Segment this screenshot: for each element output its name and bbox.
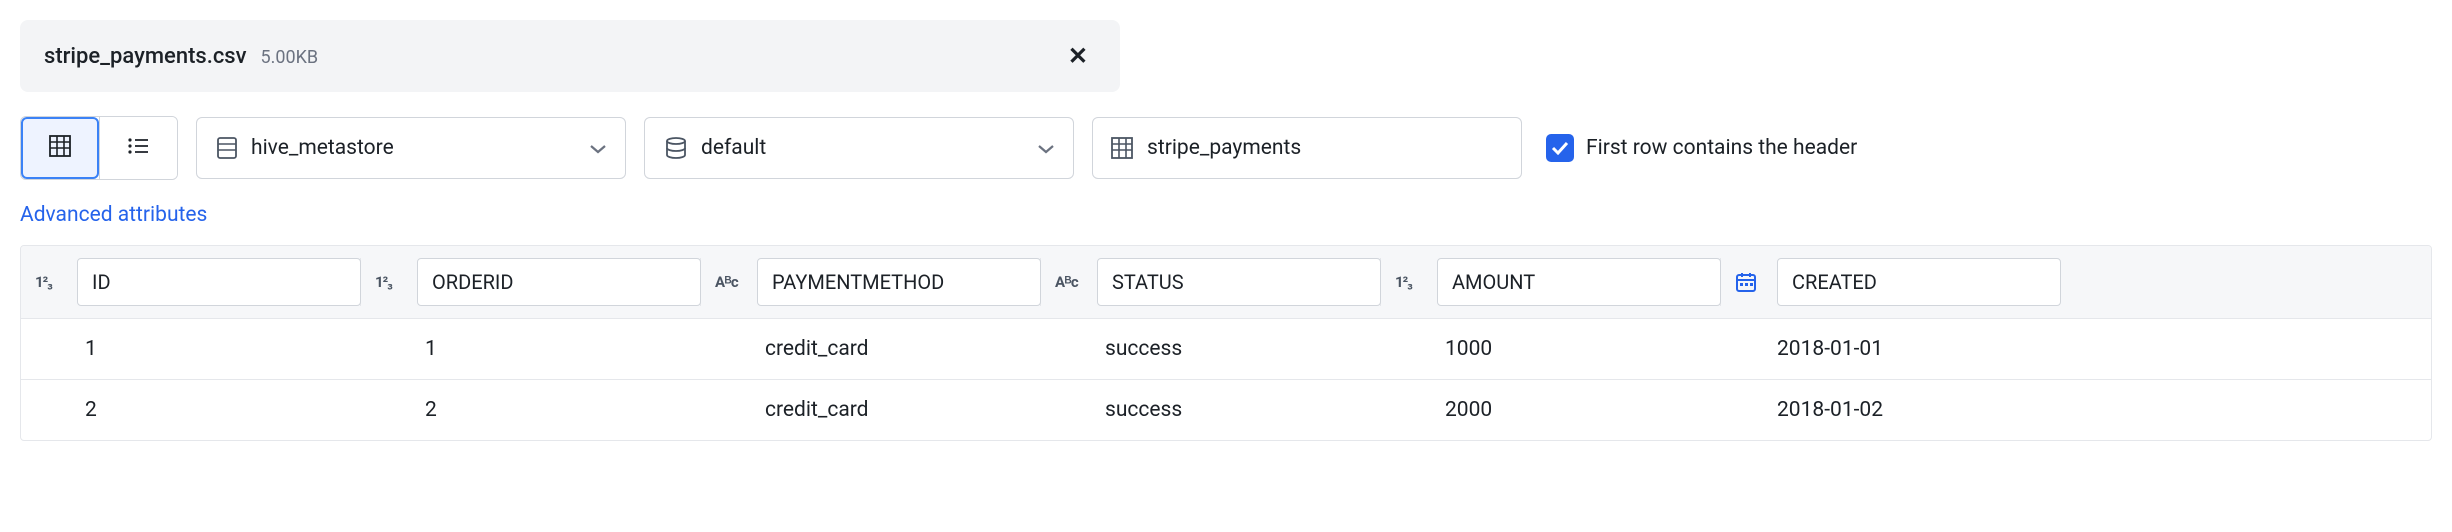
- cell: 2018-01-02: [1721, 398, 2021, 422]
- table-row: 1 1 credit_card success 1000 2018-01-01: [21, 319, 2431, 380]
- number-type-icon: 1²₃: [1395, 273, 1425, 291]
- number-type-icon: 1²₃: [375, 273, 405, 291]
- column-header: Aᴮc: [1041, 258, 1381, 306]
- catalog-select[interactable]: hive_metastore: [196, 117, 626, 179]
- toolbar: hive_metastore default First row contain…: [20, 116, 2432, 180]
- chevron-down-icon: [589, 136, 607, 160]
- table-name-input[interactable]: [1147, 136, 1503, 160]
- cell: 1000: [1381, 337, 1721, 361]
- column-name-input[interactable]: [417, 258, 701, 306]
- file-chip: stripe_payments.csv 5.00KB ✕: [20, 20, 1120, 92]
- cell: 2000: [1381, 398, 1721, 422]
- header-checkbox-label: First row contains the header: [1586, 136, 1857, 160]
- advanced-attributes-link[interactable]: Advanced attributes: [20, 203, 207, 227]
- grid-icon: [49, 135, 71, 162]
- list-view-button[interactable]: [99, 117, 177, 179]
- cell: success: [1041, 398, 1381, 422]
- column-header: 1²₃: [1381, 258, 1721, 306]
- column-name-input[interactable]: [757, 258, 1041, 306]
- column-name-input[interactable]: [77, 258, 361, 306]
- cell: 2018-01-01: [1721, 337, 2021, 361]
- date-type-icon: [1735, 271, 1765, 293]
- cell: credit_card: [701, 337, 1041, 361]
- grid-view-button[interactable]: [21, 117, 99, 179]
- column-header: 1²₃: [361, 258, 701, 306]
- cell: 2: [21, 398, 361, 422]
- column-header: 1²₃: [21, 258, 361, 306]
- close-icon[interactable]: ✕: [1060, 38, 1096, 74]
- file-name: stripe_payments.csv: [44, 44, 247, 69]
- cell: 2: [361, 398, 701, 422]
- column-name-input[interactable]: [1777, 258, 2061, 306]
- schema-value: default: [701, 136, 766, 160]
- catalog-icon: [217, 136, 237, 160]
- column-header: Aᴮc: [701, 258, 1041, 306]
- cell: 1: [361, 337, 701, 361]
- catalog-value: hive_metastore: [251, 136, 394, 160]
- header-checkbox[interactable]: [1546, 134, 1574, 162]
- table-row: 2 2 credit_card success 2000 2018-01-02: [21, 380, 2431, 440]
- file-size: 5.00KB: [261, 47, 319, 68]
- column-header: [1721, 258, 2021, 306]
- cell: credit_card: [701, 398, 1041, 422]
- string-type-icon: Aᴮc: [715, 273, 745, 291]
- column-name-input[interactable]: [1097, 258, 1381, 306]
- header-checkbox-wrap: First row contains the header: [1546, 134, 1857, 162]
- data-table: 1²₃ 1²₃ Aᴮc Aᴮc 1²₃ 1 1 credit_card: [20, 245, 2432, 441]
- number-type-icon: 1²₃: [35, 273, 65, 291]
- schema-select[interactable]: default: [644, 117, 1074, 179]
- table-name-input-wrap: [1092, 117, 1522, 179]
- string-type-icon: Aᴮc: [1055, 273, 1085, 291]
- table-header-row: 1²₃ 1²₃ Aᴮc Aᴮc 1²₃: [21, 246, 2431, 319]
- view-toggle: [20, 116, 178, 180]
- cell: success: [1041, 337, 1381, 361]
- table-icon: [1111, 137, 1133, 159]
- list-icon: [128, 136, 150, 160]
- cell: 1: [21, 337, 361, 361]
- chevron-down-icon: [1037, 136, 1055, 160]
- database-icon: [665, 137, 687, 159]
- column-name-input[interactable]: [1437, 258, 1721, 306]
